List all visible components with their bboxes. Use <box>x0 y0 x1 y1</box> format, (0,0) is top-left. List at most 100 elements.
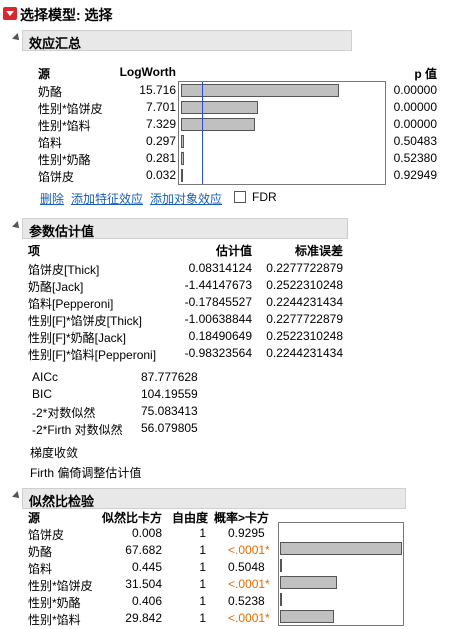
lr-source: 馅料 <box>28 562 53 576</box>
estimate-term: 馅饼皮[Thick] <box>28 263 100 277</box>
lr-prob: <.0001* <box>228 577 270 591</box>
effect-source: 奶酪 <box>38 85 63 99</box>
disclosure-icon[interactable] <box>12 33 22 43</box>
effect-pvalue: 0.52380 <box>393 151 437 165</box>
lr-df: 1 <box>199 611 206 625</box>
logworth-bar-chart <box>178 81 386 185</box>
effect-logworth: 0.281 <box>145 151 176 165</box>
effect-pvalue: 0.00000 <box>393 83 437 97</box>
lr-chisq-bar <box>280 542 402 555</box>
red-triangle-menu-icon[interactable] <box>3 7 17 20</box>
estimate-value: 0.18490649 <box>188 329 252 343</box>
logworth-bar <box>181 118 255 131</box>
estimate-term: 馅料[Pepperoni] <box>28 297 114 311</box>
lr-df: 1 <box>199 560 206 574</box>
estimate-stderr: 0.2277722879 <box>266 261 343 275</box>
lr-chisq: 0.406 <box>131 594 162 608</box>
convergence-note: 梯度收敛 <box>30 446 79 460</box>
estimate-value: -1.44147673 <box>184 278 252 292</box>
effect-source: 性别*馅料 <box>38 119 91 133</box>
lr-prob: 0.5048 <box>228 560 265 574</box>
logworth-bar <box>181 152 184 165</box>
estimate-value: 0.08314124 <box>188 261 252 275</box>
estimate-term: 性别[F]*馅料[Pepperoni] <box>28 348 157 362</box>
remove-effect-link[interactable]: 删除 <box>40 190 64 207</box>
lr-df: 1 <box>199 594 206 608</box>
lr-chisq: 0.445 <box>131 560 162 574</box>
lr-source: 性别*馅料 <box>28 613 81 627</box>
add-feature-effect-link[interactable]: 添加特征效应 <box>71 190 143 207</box>
likelihood-ratio-tests-header[interactable]: 似然比检验 <box>22 488 406 509</box>
fit-stat-label: BIC <box>32 387 53 401</box>
lr-source: 奶酪 <box>28 545 53 559</box>
effect-logworth: 7.701 <box>145 100 176 114</box>
lr-df: 1 <box>199 526 206 540</box>
lr-chisq-bar-chart <box>278 522 404 626</box>
disclosure-icon[interactable] <box>12 491 22 501</box>
lr-df: 1 <box>199 577 206 591</box>
effect-source: 性别*馅饼皮 <box>38 102 103 116</box>
effect-logworth: 15.716 <box>139 83 176 97</box>
window-title: 选择模型: 选择 <box>20 7 113 23</box>
effect-logworth: 7.329 <box>145 117 176 131</box>
logworth-bar <box>181 101 258 114</box>
col-lr-prob: 概率>卡方 <box>214 511 270 525</box>
add-subject-effect-link[interactable]: 添加对象效应 <box>150 190 222 207</box>
fit-stat-label: -2*对数似然 <box>32 406 96 420</box>
estimate-stderr: 0.2522310248 <box>266 329 343 343</box>
fit-stat-label: -2*Firth 对数似然 <box>32 423 123 437</box>
fdr-checkbox[interactable] <box>234 191 246 203</box>
parameter-estimates-header[interactable]: 参数估计值 <box>22 218 348 239</box>
estimate-value: -0.17845527 <box>184 295 252 309</box>
effect-source: 馅饼皮 <box>38 170 75 184</box>
lr-prob: <.0001* <box>228 611 270 625</box>
col-pvalue: p 值 <box>414 67 437 81</box>
lr-chisq: 29.842 <box>125 611 162 625</box>
col-lr-df: 自由度 <box>171 511 208 525</box>
fdr-label: FDR <box>252 190 277 204</box>
estimate-term: 性别[F]*馅饼皮[Thick] <box>28 314 143 328</box>
lr-chisq-bar <box>280 576 337 589</box>
effect-logworth: 0.297 <box>145 134 176 148</box>
logworth-bar <box>181 135 184 148</box>
logworth-bar <box>181 169 183 182</box>
col-logworth: LogWorth <box>119 65 176 79</box>
effect-pvalue: 0.92949 <box>393 168 437 182</box>
fit-stat-value: 56.079805 <box>141 421 198 435</box>
estimate-stderr: 0.2244231434 <box>266 295 343 309</box>
estimate-value: -1.00638844 <box>184 312 252 326</box>
effect-pvalue: 0.00000 <box>393 117 437 131</box>
estimate-stderr: 0.2277722879 <box>266 312 343 326</box>
col-stderr: 标准误差 <box>294 244 343 258</box>
fit-stat-label: AICc <box>32 370 59 384</box>
effect-logworth: 0.032 <box>145 168 176 182</box>
lr-source: 馅饼皮 <box>28 528 65 542</box>
estimate-value: -0.98323564 <box>184 346 252 360</box>
estimate-term: 奶酪[Jack] <box>28 280 84 294</box>
reference-line <box>202 82 203 184</box>
lr-prob: 0.5238 <box>228 594 265 608</box>
lr-chisq-bar <box>280 610 334 623</box>
lr-source: 性别*馅饼皮 <box>28 579 93 593</box>
lr-chisq: 67.682 <box>125 543 162 557</box>
fit-stat-value: 75.083413 <box>141 404 198 418</box>
col-estimate: 估计值 <box>215 244 252 258</box>
fit-stat-value: 87.777628 <box>141 370 198 384</box>
estimate-stderr: 0.2244231434 <box>266 346 343 360</box>
lr-df: 1 <box>199 543 206 557</box>
estimate-term: 性别[F]*奶酪[Jack] <box>28 331 127 345</box>
col-term: 项 <box>28 244 41 258</box>
effect-pvalue: 0.00000 <box>393 100 437 114</box>
logworth-bar <box>181 84 339 97</box>
col-lr-source: 源 <box>28 511 41 525</box>
firth-note: Firth 偏倚调整估计值 <box>30 466 142 480</box>
lr-source: 性别*奶酪 <box>28 596 81 610</box>
lr-chisq-bar <box>280 559 282 572</box>
col-lr-chisq: 似然比卡方 <box>101 511 162 525</box>
fit-stat-value: 104.19559 <box>141 387 198 401</box>
lr-chisq-bar <box>280 593 282 606</box>
disclosure-icon[interactable] <box>12 221 22 231</box>
lr-chisq: 31.504 <box>125 577 162 591</box>
lr-prob: <.0001* <box>228 543 270 557</box>
effect-summary-header[interactable]: 效应汇总 <box>22 30 352 51</box>
